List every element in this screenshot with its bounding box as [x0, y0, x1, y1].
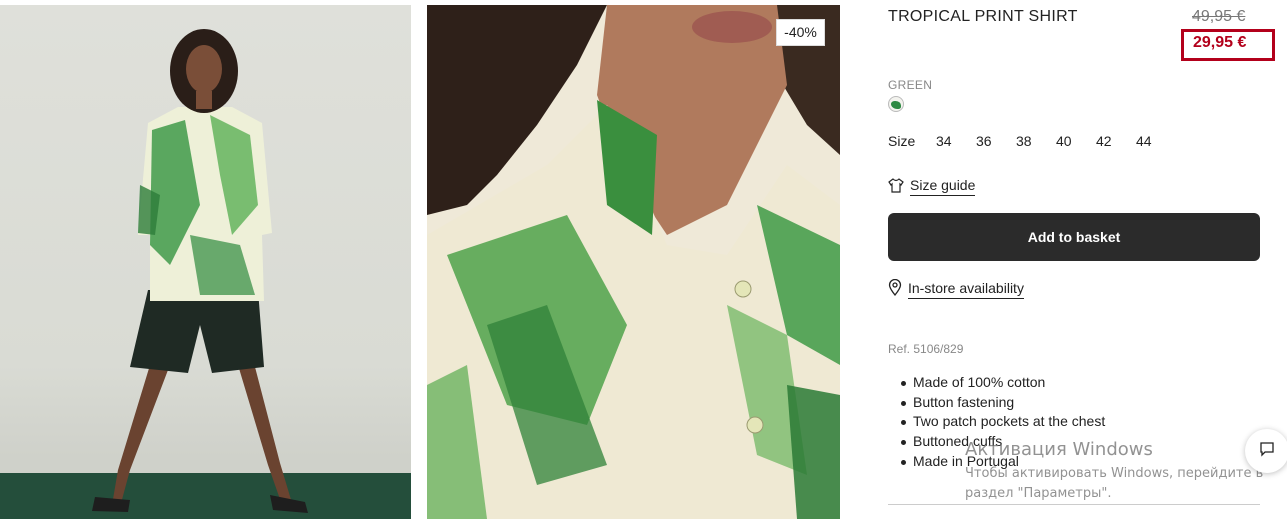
divider — [888, 504, 1260, 505]
size-label: Size — [888, 133, 916, 149]
closeup-illustration — [427, 5, 840, 519]
windows-activation-watermark: Активация Windows Чтобы активировать Win… — [965, 439, 1263, 504]
sale-price: 29,95 € — [1193, 34, 1247, 51]
in-store-availability-label: In-store availability — [908, 280, 1024, 299]
chat-button[interactable] — [1245, 429, 1287, 473]
watermark-title: Активация Windows — [965, 439, 1153, 460]
size-option-44[interactable]: 44 — [1136, 133, 1176, 149]
size-guide-link[interactable]: Size guide — [888, 177, 976, 196]
watermark-line-1: Чтобы активировать Windows, перейдите в — [965, 466, 1264, 481]
size-option-38[interactable]: 38 — [1016, 133, 1056, 149]
tshirt-icon — [888, 177, 904, 196]
product-reference: Ref. 5106/829 — [888, 342, 964, 356]
list-item: Two patch pockets at the chest — [900, 413, 1105, 433]
color-swatch-green[interactable] — [888, 96, 904, 112]
list-item: Button fastening — [900, 394, 1105, 414]
size-selector: 34 36 38 40 42 44 — [936, 133, 1176, 149]
location-pin-icon — [888, 278, 902, 299]
discount-badge: -40% — [776, 19, 825, 46]
product-image-closeup[interactable] — [427, 5, 840, 519]
chat-icon — [1259, 441, 1275, 462]
add-to-basket-button[interactable]: Add to basket — [888, 213, 1260, 261]
list-item: Made of 100% cotton — [900, 374, 1105, 394]
product-image-full[interactable] — [0, 5, 411, 519]
old-price: 49,95 € — [1192, 8, 1246, 25]
color-name: GREEN — [888, 78, 933, 92]
product-title: TROPICAL PRINT SHIRT — [888, 8, 1078, 25]
size-guide-label: Size guide — [910, 177, 976, 196]
size-option-36[interactable]: 36 — [976, 133, 1016, 149]
in-store-availability-link[interactable]: In-store availability — [888, 278, 1024, 299]
watermark-line-2: раздел "Параметры". — [965, 486, 1112, 501]
model-illustration — [92, 29, 308, 513]
size-option-34[interactable]: 34 — [936, 133, 976, 149]
size-option-40[interactable]: 40 — [1056, 133, 1096, 149]
size-option-42[interactable]: 42 — [1096, 133, 1136, 149]
